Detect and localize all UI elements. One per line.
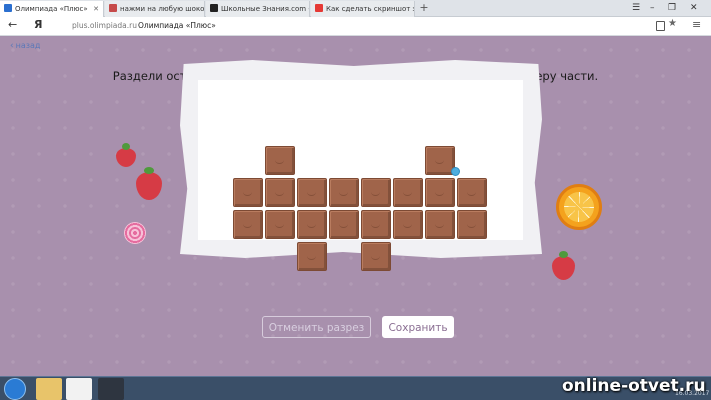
- back-arrow-icon[interactable]: ←: [8, 18, 17, 31]
- back-link[interactable]: ‹ назад: [10, 41, 40, 51]
- tab-favicon-icon: [109, 4, 117, 12]
- back-link-label: назад: [15, 41, 41, 50]
- tab-favicon-icon: [210, 4, 218, 12]
- chocolate-square[interactable]: [233, 210, 263, 239]
- tabs-menu-icon[interactable]: ☰: [632, 0, 640, 17]
- url-domain[interactable]: plus.olimpiada.ru: [72, 21, 137, 30]
- chocolate-square[interactable]: [425, 178, 455, 207]
- url-page-title[interactable]: Олимпиада «Плюс»: [138, 21, 216, 30]
- chocolate-square[interactable]: [393, 178, 423, 207]
- tab-label: Олимпиада «Плюс»: [15, 5, 88, 13]
- tab-favicon-icon: [4, 4, 12, 12]
- orange-slice-icon: [556, 184, 602, 230]
- chocolate-square[interactable]: [297, 178, 327, 207]
- minimize-icon[interactable]: –: [650, 0, 655, 17]
- chocolate-square[interactable]: [329, 210, 359, 239]
- close-window-icon[interactable]: ✕: [690, 0, 698, 17]
- chocolate-square[interactable]: [393, 210, 423, 239]
- browser-menu-icon[interactable]: ≡: [692, 18, 701, 31]
- tab-label: Как сделать скриншот экр: [326, 5, 414, 13]
- address-bar: ← Я plus.olimpiada.ru Олимпиада «Плюс» ★…: [0, 17, 711, 36]
- chocolate-square[interactable]: [425, 210, 455, 239]
- chocolate-square[interactable]: [361, 242, 391, 271]
- tab-olimpiada[interactable]: Олимпиада «Плюс» ✕: [0, 1, 104, 17]
- taskbar-date: 16.03.2017: [675, 390, 710, 397]
- download-icon[interactable]: [656, 21, 665, 31]
- tab-favicon-icon: [315, 4, 323, 12]
- tab-label: нажми на любую шоколадк: [120, 5, 205, 13]
- chocolate-square[interactable]: [265, 178, 295, 207]
- browser-tab-strip: Олимпиада «Плюс» ✕ нажми на любую шокола…: [0, 0, 711, 17]
- save-button[interactable]: Сохранить: [382, 316, 454, 338]
- chocolate-square[interactable]: [361, 178, 391, 207]
- chocolate-square[interactable]: [457, 178, 487, 207]
- candy-icon: [124, 222, 146, 244]
- chocolate-square[interactable]: [457, 210, 487, 239]
- bookmark-star-icon[interactable]: ★: [668, 18, 677, 29]
- tab-chocolate[interactable]: нажми на любую шоколадк: [105, 1, 205, 17]
- chocolate-square[interactable]: [265, 210, 295, 239]
- chocolate-square[interactable]: [265, 146, 295, 175]
- yandex-browser-icon[interactable]: [66, 378, 92, 400]
- maximize-icon[interactable]: ❐: [668, 0, 676, 17]
- file-explorer-icon[interactable]: [36, 378, 62, 400]
- close-tab-icon[interactable]: ✕: [93, 1, 99, 17]
- chocolate-square[interactable]: [233, 178, 263, 207]
- yandex-logo-icon[interactable]: Я: [34, 18, 42, 31]
- tab-label: Школьные Знания.com - P: [221, 5, 310, 13]
- new-tab-button[interactable]: +: [418, 0, 430, 17]
- chocolate-square[interactable]: [297, 242, 327, 271]
- app-icon[interactable]: [98, 378, 124, 400]
- tab-screenshot[interactable]: Как сделать скриншот экр: [311, 1, 415, 17]
- start-button-icon[interactable]: [4, 378, 26, 400]
- chevron-left-icon: ‹: [10, 41, 14, 51]
- chocolate-square[interactable]: [361, 210, 391, 239]
- chocolate-square[interactable]: [297, 210, 327, 239]
- cut-point-marker[interactable]: [451, 167, 460, 176]
- cancel-cut-button[interactable]: Отменить разрез: [262, 316, 371, 338]
- chocolate-square[interactable]: [329, 178, 359, 207]
- tab-znaniya[interactable]: Школьные Знания.com - P: [206, 1, 310, 17]
